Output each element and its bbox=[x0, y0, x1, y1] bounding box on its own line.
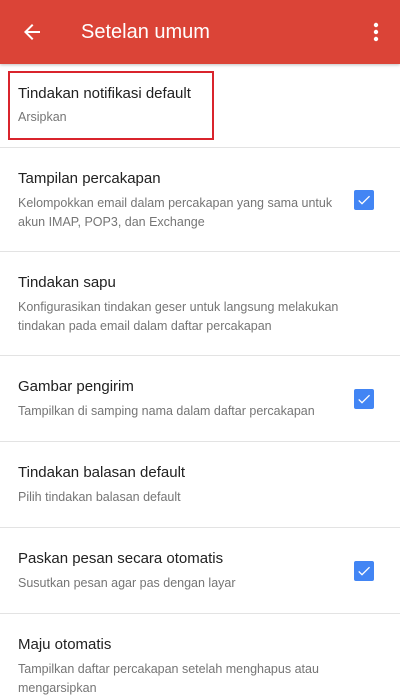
setting-summary: Tampilkan di samping nama dalam daftar p… bbox=[18, 404, 315, 418]
app-bar: Setelan umum bbox=[0, 0, 400, 64]
setting-summary: Tampilkan daftar percakapan setelah meng… bbox=[18, 662, 319, 695]
check-icon bbox=[358, 566, 370, 576]
sender-image-checkbox[interactable] bbox=[354, 389, 374, 409]
setting-default-reply-action[interactable]: Tindakan balasan default Pilih tindakan … bbox=[0, 442, 400, 528]
back-button[interactable] bbox=[10, 10, 54, 54]
setting-title: Gambar pengirim bbox=[18, 378, 134, 395]
setting-title: Tampilan percakapan bbox=[18, 170, 161, 187]
setting-summary: Konfigurasikan tindakan geser untuk lang… bbox=[18, 300, 339, 333]
overflow-menu-button[interactable] bbox=[354, 10, 398, 54]
setting-summary: Arsipkan bbox=[18, 110, 67, 124]
setting-title: Paskan pesan secara otomatis bbox=[18, 550, 224, 567]
setting-swipe-actions[interactable]: Tindakan sapu Konfigurasikan tindakan ge… bbox=[0, 252, 400, 356]
page-title: Setelan umum bbox=[81, 21, 210, 43]
arrow-back-icon bbox=[24, 24, 40, 40]
setting-conversation-view[interactable]: Tampilan percakapan Kelompokkan email da… bbox=[0, 148, 400, 252]
more-vert-icon bbox=[373, 22, 379, 42]
check-icon bbox=[358, 195, 370, 205]
settings-list: Tindakan notifikasi default Arsipkan Tam… bbox=[0, 64, 400, 695]
setting-summary: Pilih tindakan balasan default bbox=[18, 490, 181, 504]
check-icon bbox=[358, 394, 370, 404]
setting-title: Tindakan notifikasi default bbox=[18, 85, 191, 102]
setting-auto-fit-messages[interactable]: Paskan pesan secara otomatis Susutkan pe… bbox=[0, 528, 400, 614]
setting-auto-advance[interactable]: Maju otomatis Tampilkan daftar percakapa… bbox=[0, 614, 400, 695]
conversation-view-checkbox[interactable] bbox=[354, 190, 374, 210]
setting-default-notification-action[interactable]: Tindakan notifikasi default Arsipkan bbox=[0, 64, 400, 148]
setting-title: Tindakan sapu bbox=[18, 274, 116, 291]
setting-sender-image[interactable]: Gambar pengirim Tampilkan di samping nam… bbox=[0, 356, 400, 442]
auto-fit-checkbox[interactable] bbox=[354, 561, 374, 581]
setting-summary: Susutkan pesan agar pas dengan layar bbox=[18, 576, 236, 590]
setting-title: Tindakan balasan default bbox=[18, 464, 186, 481]
setting-summary: Kelompokkan email dalam percakapan yang … bbox=[18, 196, 333, 229]
setting-title: Maju otomatis bbox=[18, 636, 112, 653]
